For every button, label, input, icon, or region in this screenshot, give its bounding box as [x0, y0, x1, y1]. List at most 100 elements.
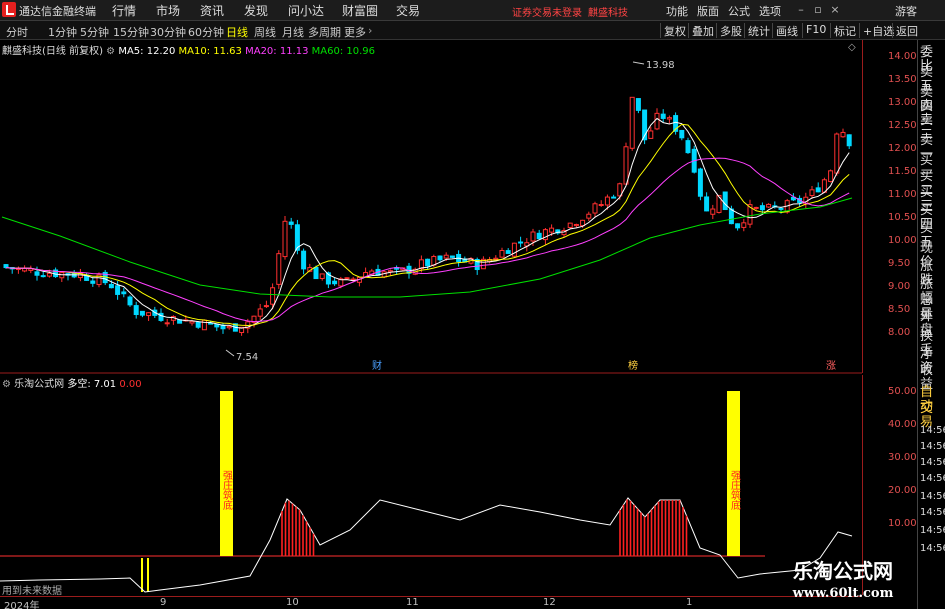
signal-tick [147, 558, 149, 592]
candle-body [722, 191, 728, 211]
tool-back[interactable]: 返回 [892, 23, 918, 38]
candle-body [418, 259, 424, 270]
price-tick: 10.50 [888, 212, 917, 223]
price-tick: 11.00 [888, 189, 917, 200]
candle-body [592, 203, 598, 214]
candle-body [313, 266, 319, 280]
candle-body [815, 187, 821, 193]
candle-body [282, 220, 288, 258]
high-price-label: 13.98 [646, 60, 675, 71]
sidebar-item[interactable]: 14:56 [920, 456, 945, 470]
low-pointer [225, 349, 235, 357]
candle-body [766, 203, 772, 208]
candle-body [449, 255, 455, 258]
tool-add-watchlist[interactable]: +自选 [859, 23, 894, 38]
price-tick: 10.00 [888, 235, 917, 246]
signal-text-1: 强庄筑底 [221, 470, 233, 511]
sidebar-item[interactable]: 14:56 [920, 490, 945, 504]
price-tick: 8.00 [888, 327, 911, 338]
candle-body [549, 227, 555, 233]
candle-body [753, 206, 759, 209]
candle-body [710, 208, 716, 215]
candle-body [443, 254, 449, 259]
trading-terminal: 通达信金融终端 行情 市场 资讯 发现 问小达 财富圈 交易 证券交易未登录 麒… [0, 0, 945, 609]
price-axis: 14.00 13.50 13.00 12.50 12.00 11.50 11.0… [862, 40, 917, 373]
ind-tick: 40.00 [888, 419, 917, 430]
candle-body [828, 170, 834, 183]
candle-body [195, 321, 201, 328]
candle-body [425, 258, 431, 267]
candle-body [759, 205, 765, 211]
watermark-title: 乐淘公式网 [793, 559, 893, 583]
candle-body [121, 291, 127, 295]
candle-body [301, 250, 307, 270]
candle-body [840, 131, 846, 138]
candle-body [573, 223, 579, 227]
candle-body [623, 146, 629, 185]
candle-body [697, 168, 703, 197]
candle-body [741, 222, 747, 228]
candle-body [46, 272, 52, 277]
signal-text-2: 强庄筑底 [729, 470, 741, 511]
date-label: 11 [406, 597, 419, 608]
date-label: 10 [286, 597, 299, 608]
candle-body [735, 223, 741, 229]
candle-body [431, 256, 437, 266]
indicator-settings-icon[interactable]: ⚙ [2, 379, 11, 390]
candle-body [146, 312, 152, 317]
price-tick: 14.00 [888, 51, 917, 62]
candle-body [319, 273, 325, 279]
price-tick: 12.00 [888, 143, 917, 154]
candle-body [189, 320, 195, 324]
candle-body [586, 213, 592, 219]
candle-body [598, 203, 604, 206]
kline-chart[interactable]: 13.98 7.54 财 榜 涨 强庄筑底 强庄筑底 [0, 0, 862, 596]
candle-body [604, 196, 610, 206]
sidebar-item[interactable]: 14:56 [920, 424, 945, 438]
price-tick: 13.50 [888, 74, 917, 85]
high-pointer [632, 61, 645, 65]
candle-body [257, 308, 263, 317]
candle-body [133, 305, 139, 316]
candle-body [660, 113, 666, 119]
indicator-title: 乐淘公式网 [14, 379, 65, 390]
candle-body [685, 140, 691, 154]
candle-body [846, 134, 852, 147]
price-tick: 8.50 [888, 304, 911, 315]
date-label: 12 [543, 597, 556, 608]
candle-body [499, 250, 505, 258]
price-tick: 13.00 [888, 97, 917, 108]
candle-body [226, 325, 232, 329]
guest-user[interactable]: 游客 [895, 3, 917, 19]
candle-body [536, 232, 542, 240]
sidebar-item[interactable]: 14:56 [920, 524, 945, 538]
price-tick: 11.50 [888, 166, 917, 177]
candle-body [567, 222, 573, 228]
sidebar-item[interactable]: 14:56 [920, 440, 945, 454]
indicator-value: 多空: 7.01 [67, 379, 117, 390]
candle-body [728, 208, 734, 225]
candle-body [530, 231, 536, 242]
candle-body [704, 196, 710, 212]
sidebar-item[interactable]: 14:56 [920, 506, 945, 520]
indicator-line [0, 497, 853, 593]
sidebar-item[interactable]: 14:56 [920, 542, 945, 556]
ind-tick: 30.00 [888, 452, 917, 463]
indicator-info: ⚙ 乐淘公式网 多空: 7.01 0.00 [2, 375, 142, 390]
candle-body [834, 133, 840, 174]
candle-body [344, 277, 350, 280]
ind-tick: 50.00 [888, 386, 917, 397]
quote-sidebar: 委比 卖五 卖四 卖三 卖二 卖一 买一 买二 买三 买四 买五 现价 涨跌 涨幅 总量 外盘 换手 净资 收益 自动… [917, 40, 945, 609]
candle-body [778, 207, 784, 210]
limit-up-marker: 涨 [826, 360, 836, 372]
candle-body [90, 280, 96, 284]
candle-body [127, 296, 133, 306]
candle-body [493, 257, 499, 260]
indicator-zero: 0.00 [119, 379, 142, 390]
indicator-series [0, 391, 853, 593]
watermark: 乐淘公式网 www.60lt.com [768, 555, 918, 601]
sidebar-item[interactable]: 14:56 [920, 472, 945, 486]
candle-body [518, 241, 524, 244]
candle-body [332, 280, 338, 285]
price-tick: 9.50 [888, 258, 911, 269]
